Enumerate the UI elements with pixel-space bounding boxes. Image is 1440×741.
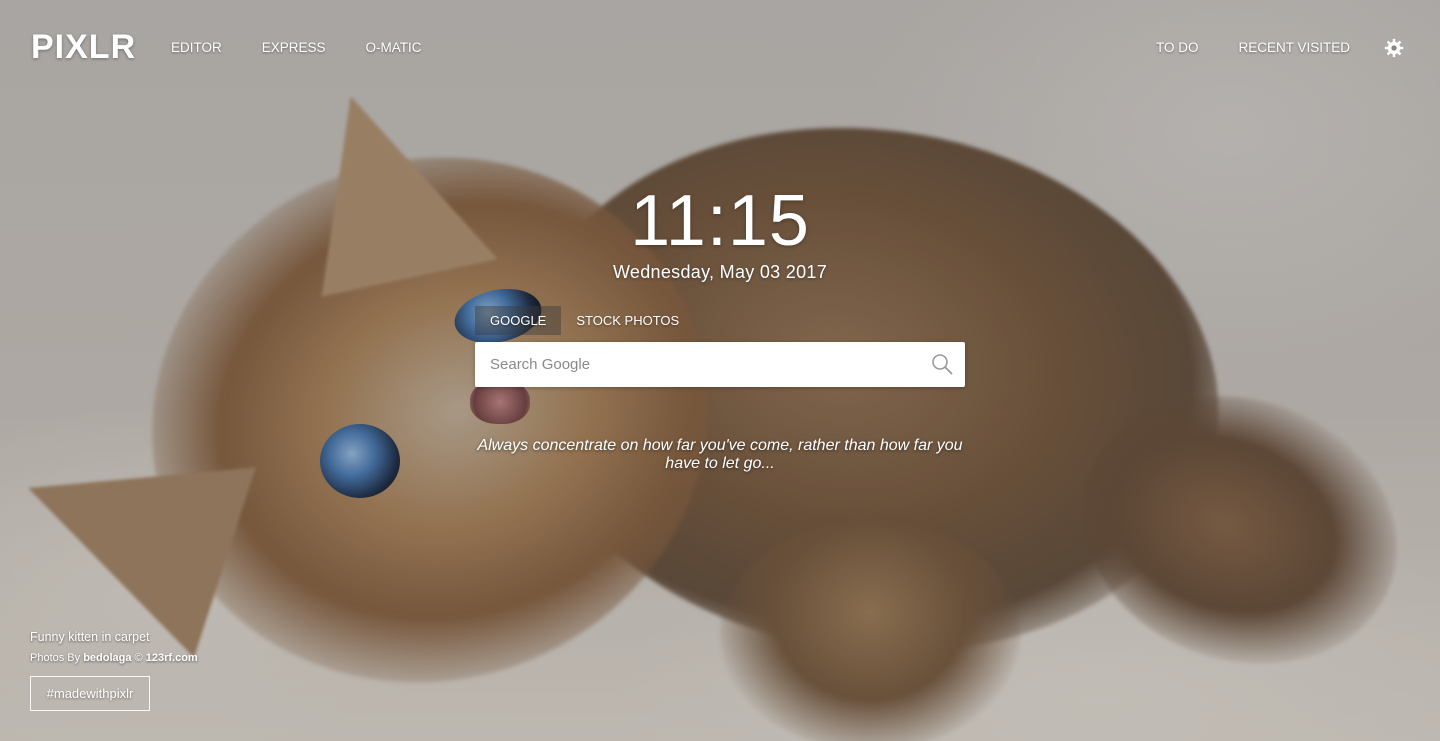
search-input[interactable] — [475, 342, 915, 387]
pixlr-logo[interactable]: PIXLR — [31, 28, 136, 67]
clock-time: 11:15 — [630, 181, 810, 261]
nav-o-matic[interactable]: O-MATIC — [366, 40, 422, 55]
search-tabs: GOOGLE STOCK PHOTOS — [475, 306, 694, 335]
nav-to-do[interactable]: TO DO — [1156, 40, 1199, 55]
primary-nav: EDITOR EXPRESS O-MATIC — [171, 40, 422, 55]
gear-icon[interactable] — [1384, 38, 1404, 58]
clock-date: Wednesday, May 03 2017 — [612, 262, 828, 282]
search-icon[interactable] — [931, 353, 953, 375]
search-box — [475, 342, 965, 387]
photo-credit-prefix: Photos By — [30, 652, 84, 664]
photo-credit: Photos By bedolaga © 123rf.com — [30, 652, 198, 664]
photo-author[interactable]: bedolaga — [83, 652, 131, 664]
tab-google[interactable]: GOOGLE — [475, 306, 562, 335]
photo-source[interactable]: 123rf.com — [146, 652, 198, 664]
inspirational-quote: Always concentrate on how far you've com… — [477, 437, 963, 472]
nav-editor[interactable]: EDITOR — [171, 40, 222, 55]
secondary-nav: TO DO RECENT VISITED — [1156, 40, 1350, 55]
photo-credit-separator: © — [131, 652, 146, 664]
made-with-pixlr-button[interactable]: #madewithpixlr — [30, 676, 150, 711]
photo-title: Funny kitten in carpet — [30, 630, 150, 644]
tab-stock-photos[interactable]: STOCK PHOTOS — [561, 306, 694, 335]
nav-express[interactable]: EXPRESS — [262, 40, 326, 55]
nav-recent-visited[interactable]: RECENT VISITED — [1238, 40, 1350, 55]
